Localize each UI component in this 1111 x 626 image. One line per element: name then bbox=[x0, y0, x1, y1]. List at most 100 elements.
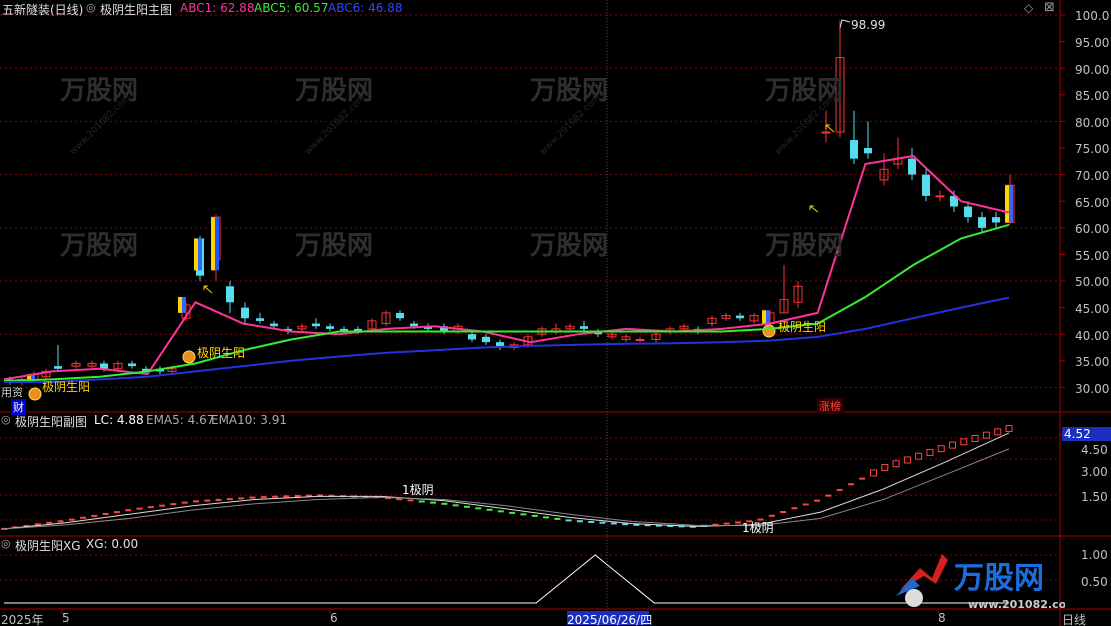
signal-bar bbox=[1009, 185, 1013, 223]
y-tick: 85.00 bbox=[1075, 89, 1110, 103]
x-label-month: 6 bbox=[330, 611, 338, 625]
candle-body bbox=[241, 307, 249, 319]
ema-line bbox=[3, 448, 1010, 530]
y-tick: 50.00 bbox=[1075, 275, 1110, 289]
arrow-icon bbox=[809, 205, 819, 213]
zhang-bang-badge[interactable]: 涨榜 bbox=[817, 398, 843, 414]
signal-label: 极阴生阳 bbox=[778, 320, 827, 334]
candle-body bbox=[54, 366, 62, 369]
y-tick: 35.00 bbox=[1075, 355, 1110, 369]
lc-marker bbox=[892, 460, 900, 468]
signal-label: 极阴生阳 bbox=[42, 380, 91, 394]
high-price-leader bbox=[839, 19, 851, 29]
y-tick: 45.00 bbox=[1075, 302, 1110, 316]
signal-coin-icon bbox=[28, 387, 42, 401]
x-label-year: 2025年 bbox=[1, 613, 44, 626]
y-tick: 75.00 bbox=[1075, 142, 1110, 156]
candle-body bbox=[128, 363, 136, 367]
xg-y-tick: 1.00 bbox=[1081, 548, 1108, 562]
crosshair-date: 2025/06/26/四 bbox=[567, 611, 653, 626]
candle-body bbox=[821, 131, 831, 134]
y-tick: 60.00 bbox=[1075, 222, 1110, 236]
lc-value: LC: 4.88 bbox=[94, 413, 144, 427]
candle-body bbox=[312, 323, 320, 327]
ema5-value: EMA5: 4.67 bbox=[146, 413, 215, 427]
lc-marker bbox=[915, 452, 923, 460]
candle-body bbox=[396, 312, 404, 319]
sub-y-tick: 4.50 bbox=[1081, 443, 1108, 457]
lc-marker bbox=[869, 469, 877, 477]
y-tick: 65.00 bbox=[1075, 196, 1110, 210]
main-indicator-name[interactable]: 极阴生阳主图 bbox=[100, 1, 172, 18]
watermark-brand: 万股网 bbox=[60, 231, 139, 261]
lc-marker bbox=[949, 441, 957, 449]
left-note: 用资 bbox=[1, 386, 23, 399]
brand-logo-url: www.201082.com bbox=[968, 598, 1065, 611]
signal-coin-icon bbox=[182, 350, 196, 364]
y-tick: 55.00 bbox=[1075, 249, 1110, 263]
y-tick: 40.00 bbox=[1075, 329, 1110, 343]
stock-chart-window: 万股网 万股网 万股网 万股网 万股网 万股网 万股网 万股网 www.2010… bbox=[0, 0, 1111, 626]
signal-bar bbox=[182, 296, 186, 313]
x-label-month: 5 bbox=[62, 611, 70, 625]
candle-body bbox=[922, 174, 930, 196]
candle-body bbox=[935, 195, 945, 198]
sub-y-tick: 1.50 bbox=[1081, 490, 1108, 504]
lc-marker bbox=[960, 438, 968, 446]
signal-bar bbox=[194, 238, 198, 271]
signal-bar bbox=[1005, 185, 1009, 223]
candle-body bbox=[226, 286, 234, 303]
arrow-icon bbox=[203, 285, 213, 294]
candle-body bbox=[736, 315, 744, 319]
lc-marker bbox=[881, 464, 889, 472]
watermark-brand: 万股网 bbox=[295, 231, 374, 261]
signal-label: 极阴生阳 bbox=[197, 346, 246, 360]
xg-value: XG: 0.00 bbox=[86, 537, 139, 551]
lc-marker bbox=[1005, 425, 1013, 433]
signal-bar bbox=[762, 310, 766, 324]
watermark-brand: 万股网 bbox=[765, 231, 844, 261]
candle-body bbox=[992, 217, 1000, 223]
candle-body bbox=[978, 217, 986, 228]
brand-logo-graphic: 万股网 www.201082.com bbox=[896, 554, 1078, 611]
y-tick: 100.0 bbox=[1075, 9, 1110, 23]
y-tick: 90.00 bbox=[1075, 63, 1110, 77]
abc6-value: ABC6: 46.88 bbox=[328, 1, 403, 15]
signal-bar bbox=[211, 217, 215, 271]
lc-marker bbox=[926, 448, 934, 456]
sub-label: 1极阴 bbox=[742, 521, 774, 535]
candle-body bbox=[270, 323, 278, 327]
candle-body bbox=[468, 334, 476, 340]
sub-indicator-name[interactable]: 极阴生阳副图 bbox=[15, 413, 87, 430]
candle-body bbox=[908, 158, 916, 175]
signal-bar bbox=[215, 217, 219, 271]
diamond-icon[interactable]: ◇ bbox=[1024, 1, 1033, 15]
signal-coin-icon bbox=[762, 324, 776, 338]
period-label[interactable]: 日线 bbox=[1062, 611, 1086, 626]
xg-line bbox=[4, 554, 1009, 604]
watermark-brand: 万股网 bbox=[530, 231, 609, 261]
abc5-value: ABC5: 60.57 bbox=[254, 1, 329, 15]
collapse-icon[interactable]: ◎ bbox=[86, 1, 96, 14]
lc-marker bbox=[937, 445, 945, 453]
candle-body bbox=[964, 206, 972, 218]
sub-current-value: 4.52 bbox=[1062, 427, 1111, 441]
brand-logo: 万股网 www.201082.com bbox=[890, 548, 1078, 612]
y-tick: 70.00 bbox=[1075, 169, 1110, 183]
brand-logo-text: 万股网 bbox=[954, 561, 1044, 596]
lc-marker bbox=[903, 456, 911, 464]
close-icon[interactable]: ⊠ bbox=[1044, 0, 1055, 15]
ma-line-abc5 bbox=[3, 223, 1010, 382]
signal-bar bbox=[766, 310, 770, 324]
y-tick: 30.00 bbox=[1075, 382, 1110, 396]
xg-indicator-name[interactable]: 极阴生阳XG bbox=[15, 537, 81, 554]
y-tick: 95.00 bbox=[1075, 36, 1110, 50]
lc-marker bbox=[982, 431, 990, 439]
collapse-icon[interactable]: ◎ bbox=[1, 413, 11, 426]
signal-bar bbox=[198, 238, 202, 271]
arrow-icon bbox=[825, 124, 835, 133]
collapse-icon[interactable]: ◎ bbox=[1, 537, 11, 550]
abc1-value: ABC1: 62.88 bbox=[180, 1, 255, 15]
sub-label: 1极阴 bbox=[402, 483, 434, 497]
ema10-value: EMA10: 3.91 bbox=[211, 413, 287, 427]
